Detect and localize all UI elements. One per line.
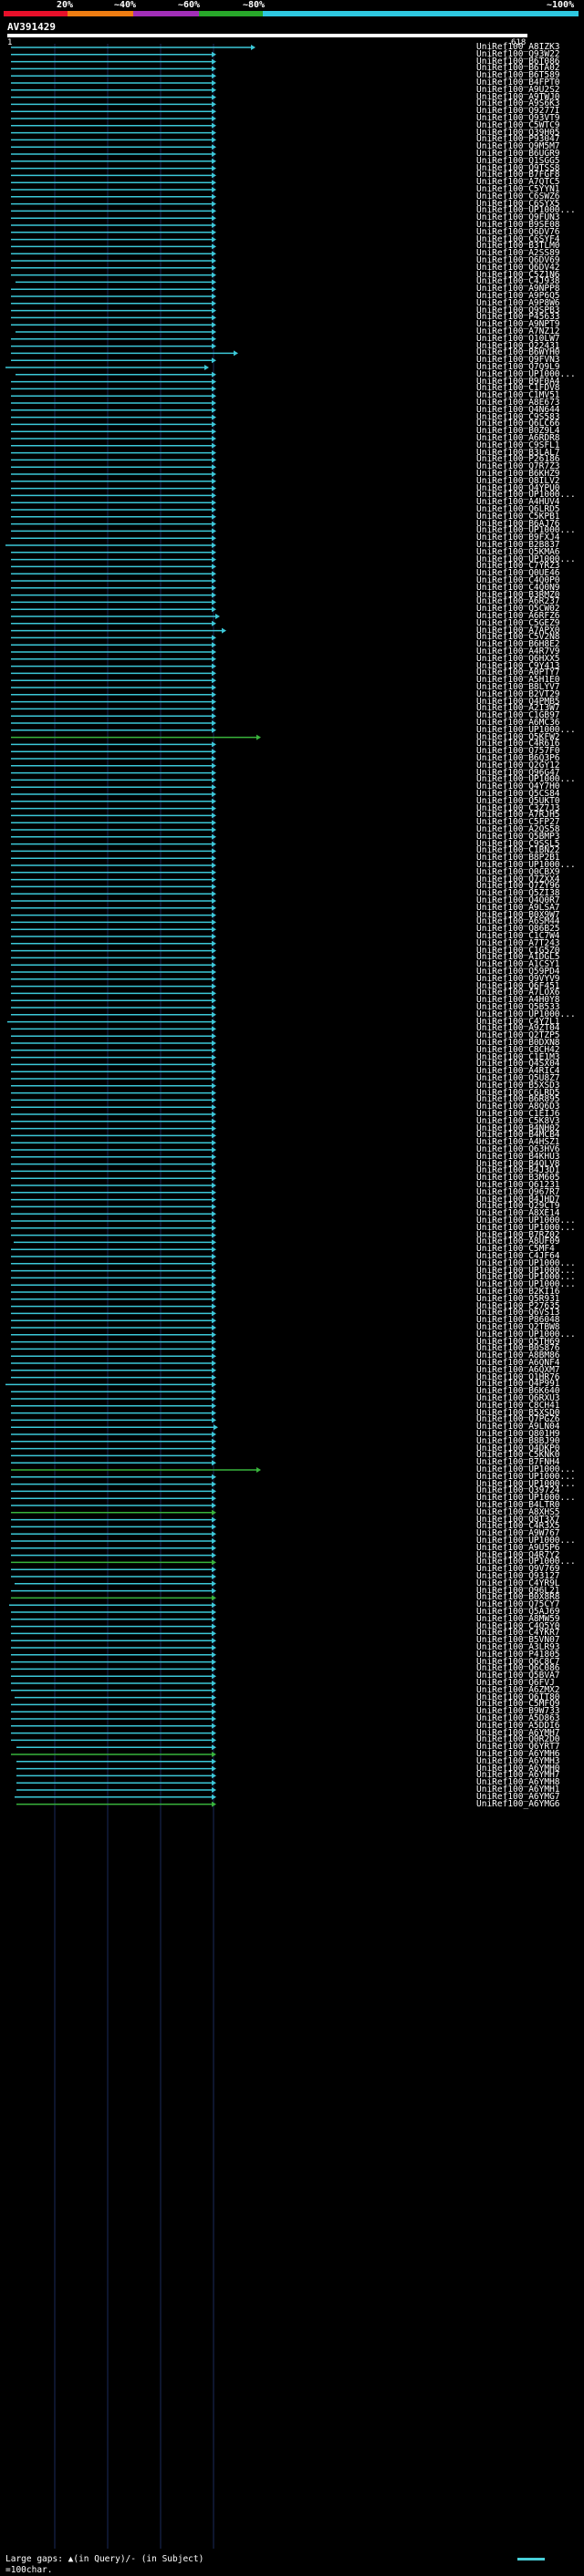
hit-arrowhead (256, 1467, 261, 1473)
hit-label[interactable]: UniRef100_A6YMG6 (476, 1799, 560, 1809)
hit-arrowhead (215, 614, 220, 619)
hit-arrowhead (251, 45, 256, 50)
hit-arrowhead (234, 350, 238, 357)
hit-arrowhead (214, 1424, 218, 1431)
hit-arrowhead (204, 365, 209, 370)
footer-gaps-legend: Large gaps: ▲(in Query)/- (in Subject) (5, 2554, 204, 2564)
hit-arrowhead (256, 734, 261, 740)
hit-arrowhead (222, 627, 226, 634)
footer: Large gaps: ▲(in Query)/- (in Subject) =… (5, 2554, 580, 2575)
scale-line (517, 2558, 546, 2560)
